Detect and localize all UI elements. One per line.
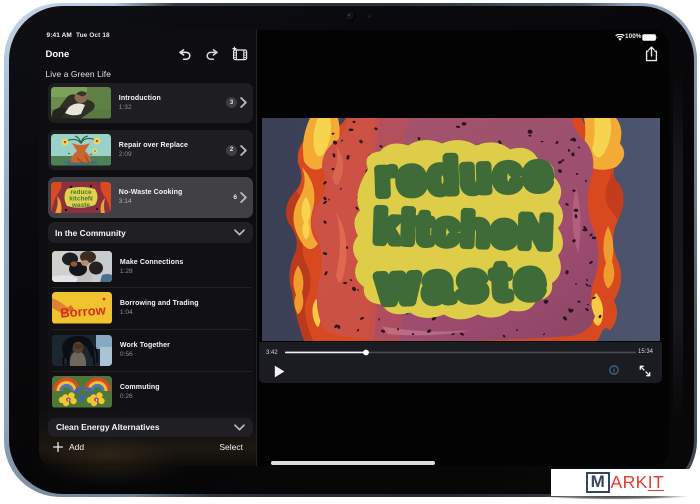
svg-text:kitcheN: kitcheN — [373, 201, 555, 258]
svg-text:waste: waste — [71, 202, 90, 209]
svg-text:waste: waste — [376, 251, 551, 313]
svg-text:reduce: reduce — [375, 146, 555, 206]
